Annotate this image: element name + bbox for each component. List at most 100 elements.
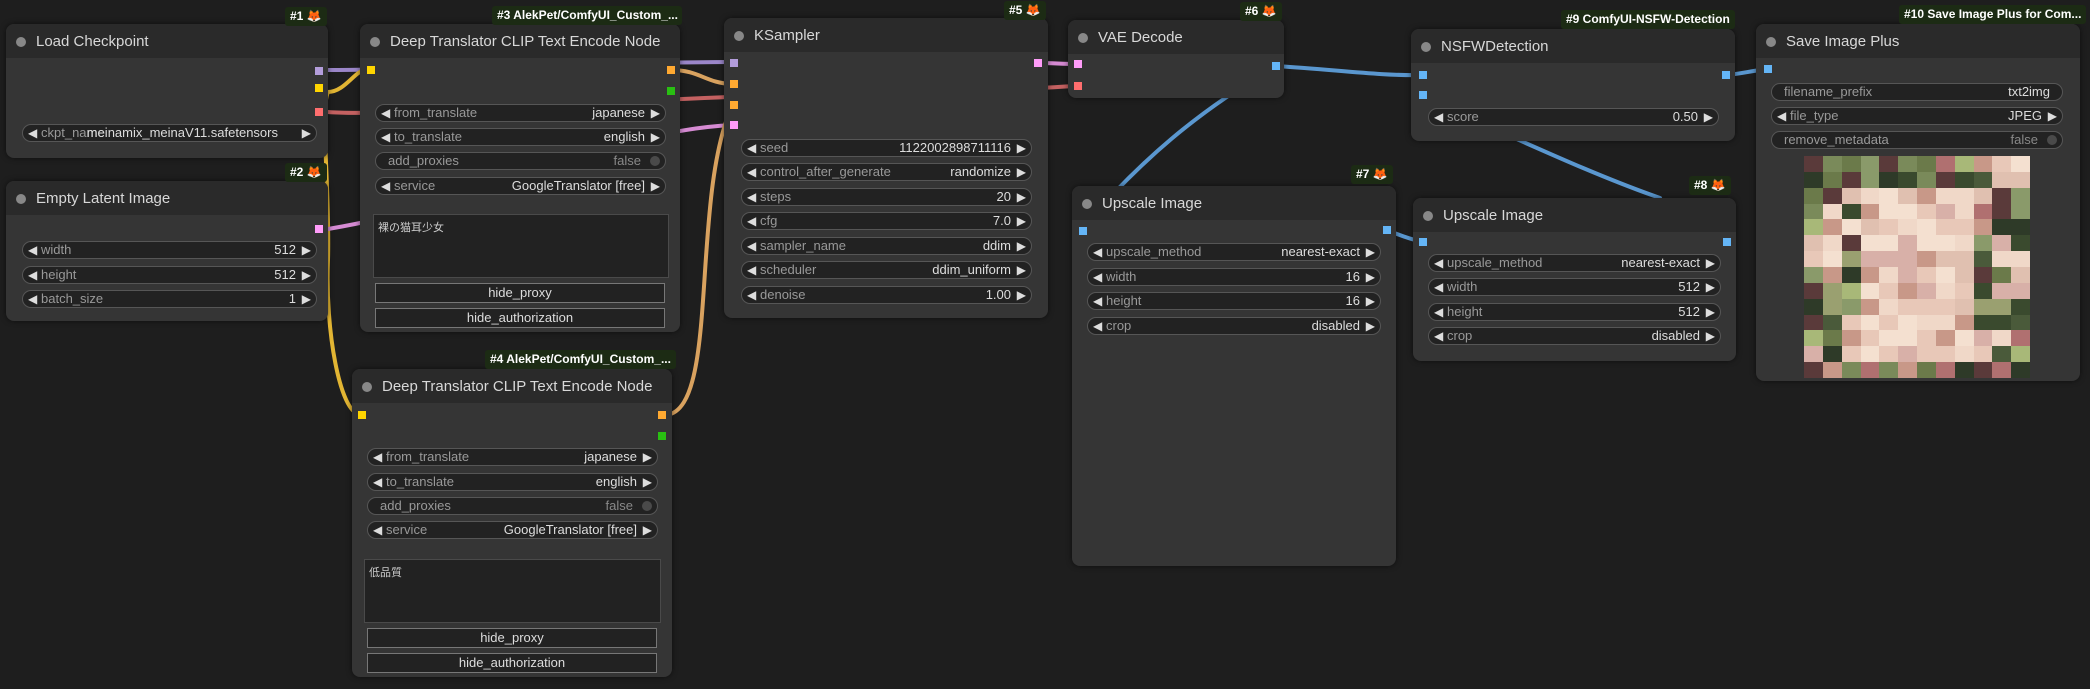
arrow-right-icon[interactable]: ▶ bbox=[643, 449, 652, 465]
node-header[interactable]: VAE Decode bbox=[1068, 20, 1284, 54]
combo-to-translate[interactable]: ◀ to_translate english ▶ bbox=[375, 128, 666, 146]
arrow-right-icon[interactable]: ▶ bbox=[643, 474, 652, 490]
combo-crop[interactable]: ◀ crop disabled ▶ bbox=[1428, 327, 1721, 345]
combo-control-after-generate[interactable]: ◀ control_after_generate randomize ▶ bbox=[741, 163, 1032, 181]
image-preview[interactable] bbox=[1804, 156, 2030, 378]
node-upscale-image-1[interactable]: Upscale Image ◀ upscale_method nearest-exa… bbox=[1072, 186, 1396, 566]
link-cond-pos[interactable] bbox=[669, 68, 734, 86]
arrow-left-icon[interactable]: ◀ bbox=[381, 178, 390, 194]
arrow-left-icon[interactable]: ◀ bbox=[747, 238, 756, 254]
node-deep-translator-negative[interactable]: Deep Translator CLIP Text Encode Node ◀ f… bbox=[352, 369, 672, 677]
input-slot-latent[interactable] bbox=[730, 121, 738, 129]
arrow-right-icon[interactable]: ▶ bbox=[1366, 318, 1375, 334]
node-header[interactable]: Deep Translator CLIP Text Encode Node bbox=[352, 369, 672, 403]
number-width[interactable]: ◀ width 16 ▶ bbox=[1087, 268, 1381, 286]
toggle-add-proxies[interactable]: add_proxies false bbox=[375, 152, 666, 170]
arrow-right-icon[interactable]: ▶ bbox=[302, 242, 311, 258]
arrow-right-icon[interactable]: ▶ bbox=[1017, 213, 1026, 229]
arrow-right-icon[interactable]: ▶ bbox=[1017, 287, 1026, 303]
node-header[interactable]: Upscale Image bbox=[1413, 198, 1736, 232]
toggle-knob-icon[interactable] bbox=[650, 156, 660, 166]
toggle-knob-icon[interactable] bbox=[642, 501, 652, 511]
number-height[interactable]: ◀ height 512 ▶ bbox=[1428, 303, 1721, 321]
arrow-left-icon[interactable]: ◀ bbox=[747, 213, 756, 229]
number-cfg[interactable]: ◀ cfg 7.0 ▶ bbox=[741, 212, 1032, 230]
arrow-left-icon[interactable]: ◀ bbox=[373, 522, 382, 538]
text-filename-prefix[interactable]: filename_prefix txt2img bbox=[1771, 83, 2063, 101]
node-header[interactable]: Save Image Plus bbox=[1756, 24, 2080, 58]
arrow-left-icon[interactable]: ◀ bbox=[373, 449, 382, 465]
arrow-right-icon[interactable]: ▶ bbox=[651, 105, 660, 121]
hide-authorization-button[interactable]: hide_authorization bbox=[375, 308, 665, 328]
output-slot-image[interactable] bbox=[1272, 62, 1280, 70]
input-slot-model[interactable] bbox=[730, 59, 738, 67]
node-header[interactable]: Upscale Image bbox=[1072, 186, 1396, 220]
arrow-left-icon[interactable]: ◀ bbox=[747, 287, 756, 303]
hide-authorization-button[interactable]: hide_authorization bbox=[367, 653, 657, 673]
output-slot-conditioning[interactable] bbox=[658, 411, 666, 419]
combo-service[interactable]: ◀ service GoogleTranslator [free] ▶ bbox=[367, 521, 658, 539]
node-ksampler[interactable]: KSampler ◀ seed 1122002898711116 ▶ ◀ control… bbox=[724, 18, 1048, 318]
combo-crop[interactable]: ◀ crop disabled ▶ bbox=[1087, 317, 1381, 335]
collapse-dot-icon[interactable] bbox=[1423, 211, 1433, 221]
arrow-left-icon[interactable]: ◀ bbox=[747, 189, 756, 205]
number-score[interactable]: ◀ score 0.50 ▶ bbox=[1428, 108, 1719, 126]
output-slot-latent[interactable] bbox=[1034, 59, 1042, 67]
collapse-dot-icon[interactable] bbox=[1082, 199, 1092, 209]
collapse-dot-icon[interactable] bbox=[362, 382, 372, 392]
node-load-checkpoint[interactable]: Load Checkpoint ◀ ckpt_name meinamix_mei… bbox=[6, 24, 328, 158]
output-slot-clip[interactable] bbox=[315, 84, 323, 92]
number-height[interactable]: ◀ height 16 ▶ bbox=[1087, 292, 1381, 310]
arrow-left-icon[interactable]: ◀ bbox=[381, 105, 390, 121]
arrow-left-icon[interactable]: ◀ bbox=[747, 262, 756, 278]
arrow-left-icon[interactable]: ◀ bbox=[1093, 244, 1102, 260]
collapse-dot-icon[interactable] bbox=[1078, 33, 1088, 43]
arrow-right-icon[interactable]: ▶ bbox=[1017, 238, 1026, 254]
node-header[interactable]: Empty Latent Image bbox=[6, 181, 328, 215]
combo-from-translate[interactable]: ◀ from_translate japanese ▶ bbox=[375, 104, 666, 122]
collapse-dot-icon[interactable] bbox=[16, 37, 26, 47]
hide-proxy-button[interactable]: hide_proxy bbox=[375, 283, 665, 303]
number-width[interactable]: ◀ width 512 ▶ bbox=[22, 241, 317, 259]
output-slot-string[interactable] bbox=[667, 87, 675, 95]
arrow-left-icon[interactable]: ◀ bbox=[1434, 109, 1443, 125]
input-slot-positive[interactable] bbox=[730, 80, 738, 88]
collapse-dot-icon[interactable] bbox=[1421, 42, 1431, 52]
output-slot-string[interactable] bbox=[658, 432, 666, 440]
node-header[interactable]: KSampler bbox=[724, 18, 1048, 52]
arrow-left-icon[interactable]: ◀ bbox=[28, 125, 37, 141]
number-batch-size[interactable]: ◀ batch_size 1 ▶ bbox=[22, 290, 317, 308]
combo-service[interactable]: ◀ service GoogleTranslator [free] ▶ bbox=[375, 177, 666, 195]
input-slot-clip[interactable] bbox=[358, 411, 366, 419]
arrow-right-icon[interactable]: ▶ bbox=[1366, 244, 1375, 260]
arrow-right-icon[interactable]: ▶ bbox=[302, 267, 311, 283]
arrow-right-icon[interactable]: ▶ bbox=[2048, 108, 2057, 124]
number-steps[interactable]: ◀ steps 20 ▶ bbox=[741, 188, 1032, 206]
node-vae-decode[interactable]: VAE Decode bbox=[1068, 20, 1284, 98]
arrow-left-icon[interactable]: ◀ bbox=[747, 164, 756, 180]
node-header[interactable]: Load Checkpoint bbox=[6, 24, 328, 58]
output-slot-image[interactable] bbox=[1383, 226, 1391, 234]
arrow-left-icon[interactable]: ◀ bbox=[1434, 255, 1443, 271]
input-slot-image[interactable] bbox=[1419, 71, 1427, 79]
prompt-textarea[interactable]: 低品質 bbox=[364, 559, 661, 623]
output-slot-latent[interactable] bbox=[315, 225, 323, 233]
combo-ckpt-name[interactable]: ◀ ckpt_name meinamix_meinaV11.safetensor… bbox=[22, 124, 317, 142]
combo-from-translate[interactable]: ◀ from_translate japanese ▶ bbox=[367, 448, 658, 466]
input-slot-clip[interactable] bbox=[367, 66, 375, 74]
input-slot-alternative-image[interactable] bbox=[1419, 91, 1427, 99]
prompt-textarea[interactable]: 裸の猫耳少女 bbox=[373, 214, 669, 278]
arrow-right-icon[interactable]: ▶ bbox=[651, 129, 660, 145]
input-slot-samples[interactable] bbox=[1074, 60, 1082, 68]
arrow-right-icon[interactable]: ▶ bbox=[1706, 279, 1715, 295]
output-slot-image[interactable] bbox=[1723, 238, 1731, 246]
combo-sampler-name[interactable]: ◀ sampler_name ddim ▶ bbox=[741, 237, 1032, 255]
collapse-dot-icon[interactable] bbox=[370, 37, 380, 47]
arrow-left-icon[interactable]: ◀ bbox=[373, 474, 382, 490]
arrow-right-icon[interactable]: ▶ bbox=[651, 178, 660, 194]
toggle-knob-icon[interactable] bbox=[2047, 135, 2057, 145]
arrow-left-icon[interactable]: ◀ bbox=[28, 267, 37, 283]
input-slot-vae[interactable] bbox=[1074, 82, 1082, 90]
output-slot-image[interactable] bbox=[1722, 71, 1730, 79]
number-height[interactable]: ◀ height 512 ▶ bbox=[22, 266, 317, 284]
